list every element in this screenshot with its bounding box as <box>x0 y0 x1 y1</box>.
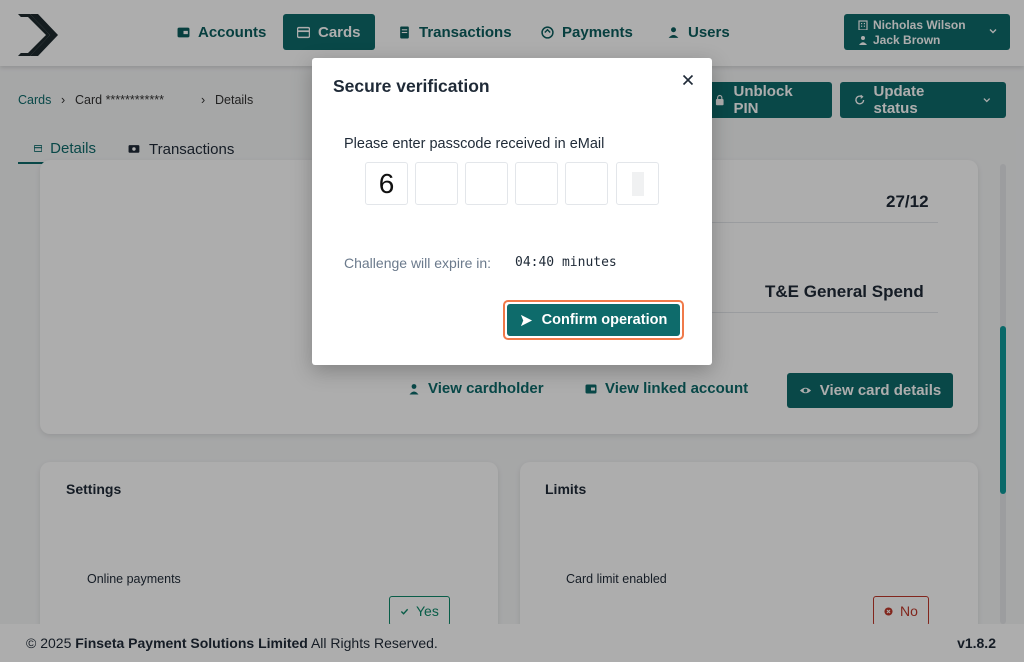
passcode-digit-6[interactable] <box>616 162 659 205</box>
modal-title: Secure verification <box>333 76 490 96</box>
confirm-operation-inner[interactable]: Confirm operation <box>507 304 680 336</box>
expire-countdown: 04:40 minutes <box>515 255 617 270</box>
passcode-digit-3[interactable] <box>465 162 508 205</box>
secure-verification-dialog: Secure verification Please enter passcod… <box>312 58 712 365</box>
passcode-digit-4[interactable] <box>515 162 558 205</box>
passcode-digit-1[interactable]: 6 <box>365 162 408 205</box>
passcode-digit-5[interactable] <box>565 162 608 205</box>
input-caret <box>631 171 644 196</box>
close-icon[interactable] <box>680 72 696 88</box>
send-icon <box>520 314 532 326</box>
confirm-operation-label: Confirm operation <box>541 312 668 328</box>
confirm-operation-button[interactable]: Confirm operation <box>503 300 684 340</box>
passcode-prompt: Please enter passcode received in eMail <box>344 136 605 152</box>
expire-label: Challenge will expire in: <box>344 255 492 271</box>
passcode-digit-2[interactable] <box>415 162 458 205</box>
